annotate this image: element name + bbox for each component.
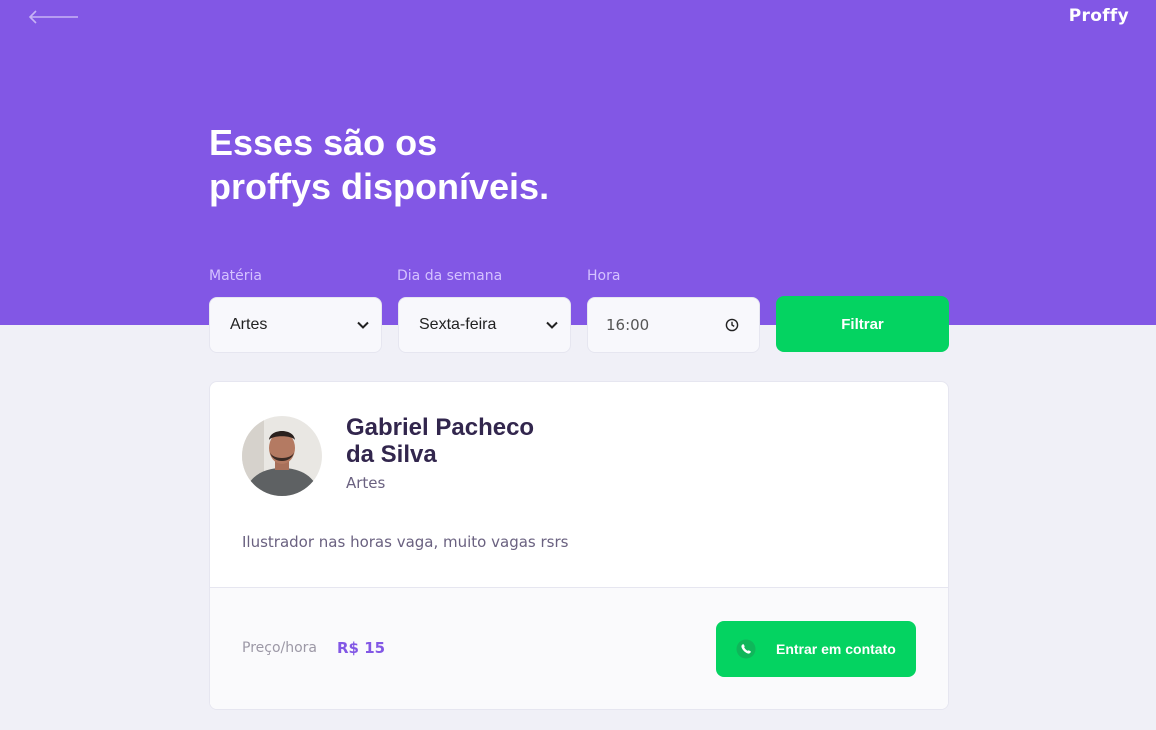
weekday-select[interactable]: Sexta-feira — [398, 297, 571, 353]
chevron-down-icon — [357, 321, 369, 329]
price-value: R$ 15 — [337, 639, 386, 657]
time-label: Hora — [587, 268, 621, 284]
teacher-name-line2: da Silva — [346, 441, 437, 468]
arrow-left-icon — [28, 10, 78, 24]
price-label: Preço/hora — [242, 640, 318, 656]
teacher-subject: Artes — [346, 474, 386, 492]
whatsapp-icon — [736, 639, 756, 659]
page-title: Esses são os proffys disponíveis. — [209, 121, 709, 209]
teacher-card: Gabriel Pacheco da Silva Artes Ilustrado… — [209, 381, 949, 710]
teacher-name-line1: Gabriel Pacheco — [346, 414, 535, 441]
time-input[interactable]: 16:00 — [587, 297, 760, 353]
avatar — [242, 416, 322, 496]
clock-icon[interactable] — [725, 318, 739, 332]
page-title-line1: Esses são os — [209, 122, 438, 163]
chevron-down-icon — [546, 321, 558, 329]
teacher-bio: Ilustrador nas horas vaga, muito vagas r… — [242, 533, 569, 551]
contact-button-label: Entrar em contato — [776, 641, 896, 657]
filter-button[interactable]: Filtrar — [776, 296, 949, 352]
time-input-value: 16:00 — [606, 316, 650, 334]
teacher-card-footer: Preço/hora R$ 15 Entrar em contato — [210, 587, 948, 709]
page-title-line2: proffys disponíveis. — [209, 166, 550, 207]
contact-button[interactable]: Entrar em contato — [716, 621, 916, 677]
weekday-label: Dia da semana — [397, 268, 503, 284]
app-logo: Proffy — [1068, 6, 1129, 26]
weekday-select-value: Sexta-feira — [419, 316, 497, 333]
teacher-name: Gabriel Pacheco da Silva — [346, 414, 666, 468]
subject-select[interactable]: Artes — [209, 297, 382, 353]
back-button[interactable] — [28, 8, 80, 26]
subject-select-value: Artes — [230, 316, 268, 333]
subject-label: Matéria — [209, 268, 262, 284]
